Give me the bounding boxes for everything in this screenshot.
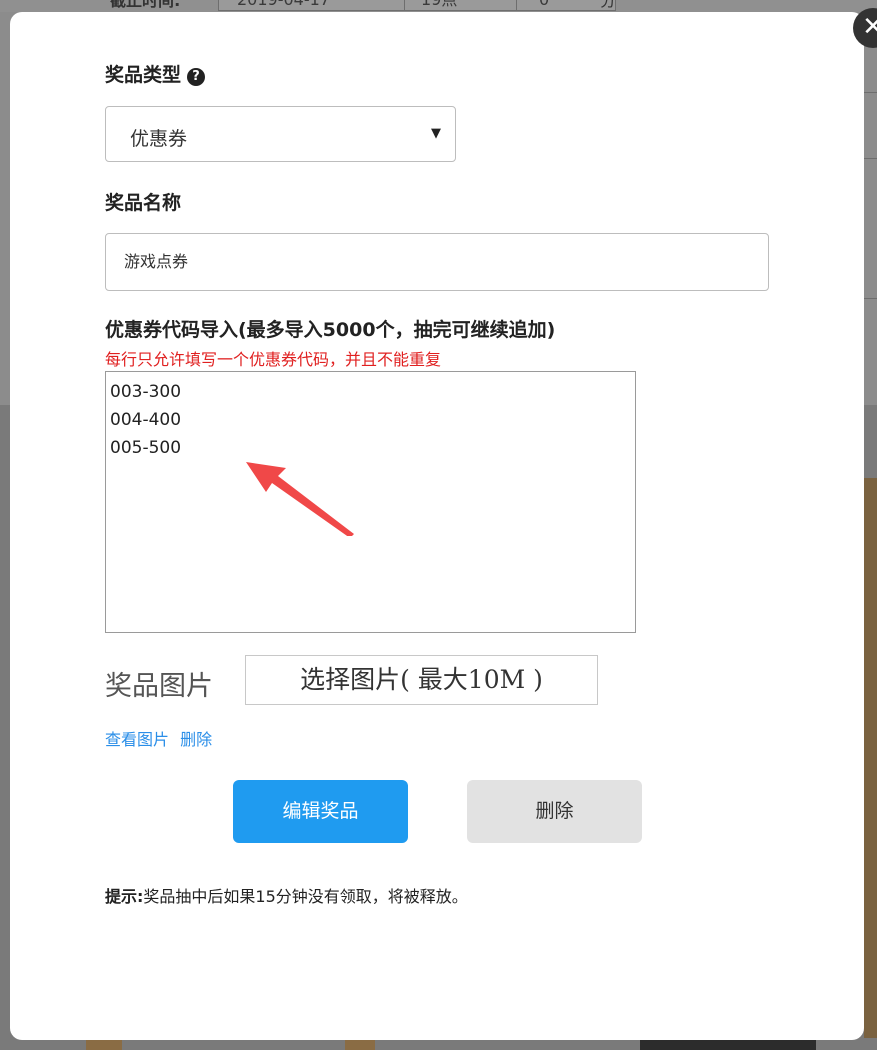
background-minute-unit: 分 [600, 0, 617, 10]
chevron-down-icon: ▼ [431, 126, 441, 141]
background-minute-value: 0 [539, 0, 549, 9]
background-divider [864, 298, 877, 299]
prize-type-select[interactable]: 优惠券 ▼ [105, 106, 456, 162]
prize-type-label-text: 奖品类型 [105, 64, 182, 86]
prize-type-selected-value: 优惠券 [130, 128, 188, 150]
edit-prize-button[interactable]: 编辑奖品 [233, 780, 408, 843]
prize-image-label: 奖品图片 [105, 671, 213, 702]
image-actions: 查看图片 删除 [105, 726, 218, 750]
background-hour-field: 19点 [404, 0, 522, 11]
background-divider [864, 158, 877, 159]
close-icon[interactable]: ✕ [853, 8, 877, 48]
delete-prize-button[interactable]: 删除 [467, 780, 642, 843]
background-date-value: 2019-04-17 [237, 0, 330, 9]
prize-name-input[interactable]: 游戏点券 [105, 233, 769, 291]
background-hour-value: 19点 [421, 0, 457, 9]
tip-text: 提示:奖品抽中后如果15分钟没有领取，将被释放。 [105, 883, 468, 907]
prize-type-label: 奖品类型? [105, 60, 206, 87]
help-icon[interactable]: ? [187, 68, 206, 86]
background-divider [864, 92, 877, 93]
view-image-link[interactable]: 查看图片 [105, 730, 169, 749]
coupon-code-line: 004-400 [110, 410, 182, 430]
background-deadline-label: 截止时间: [110, 0, 181, 10]
edit-prize-modal: 奖品类型? 优惠券 ▼ 奖品名称 游戏点券 优惠券代码导入(最多导入5000个，… [10, 8, 877, 1040]
coupon-import-label: 优惠券代码导入(最多导入5000个，抽完可继续追加) [105, 319, 556, 341]
annotation-arrow-shape [246, 462, 354, 536]
annotation-arrow-icon [246, 462, 354, 536]
choose-image-button[interactable]: 选择图片( 最大10M ) [245, 655, 598, 705]
delete-image-link[interactable]: 删除 [180, 730, 212, 749]
background-image-strip [864, 478, 877, 1038]
tip-message: 奖品抽中后如果15分钟没有领取，将被释放。 [143, 887, 468, 906]
coupon-code-line: 003-300 [110, 382, 182, 402]
coupon-rule-note: 每行只允许填写一个优惠券代码，并且不能重复 [105, 350, 442, 369]
background-date-field: 2019-04-17 [218, 0, 414, 11]
prize-name-label: 奖品名称 [105, 192, 182, 214]
tip-label: 提示: [105, 887, 144, 906]
